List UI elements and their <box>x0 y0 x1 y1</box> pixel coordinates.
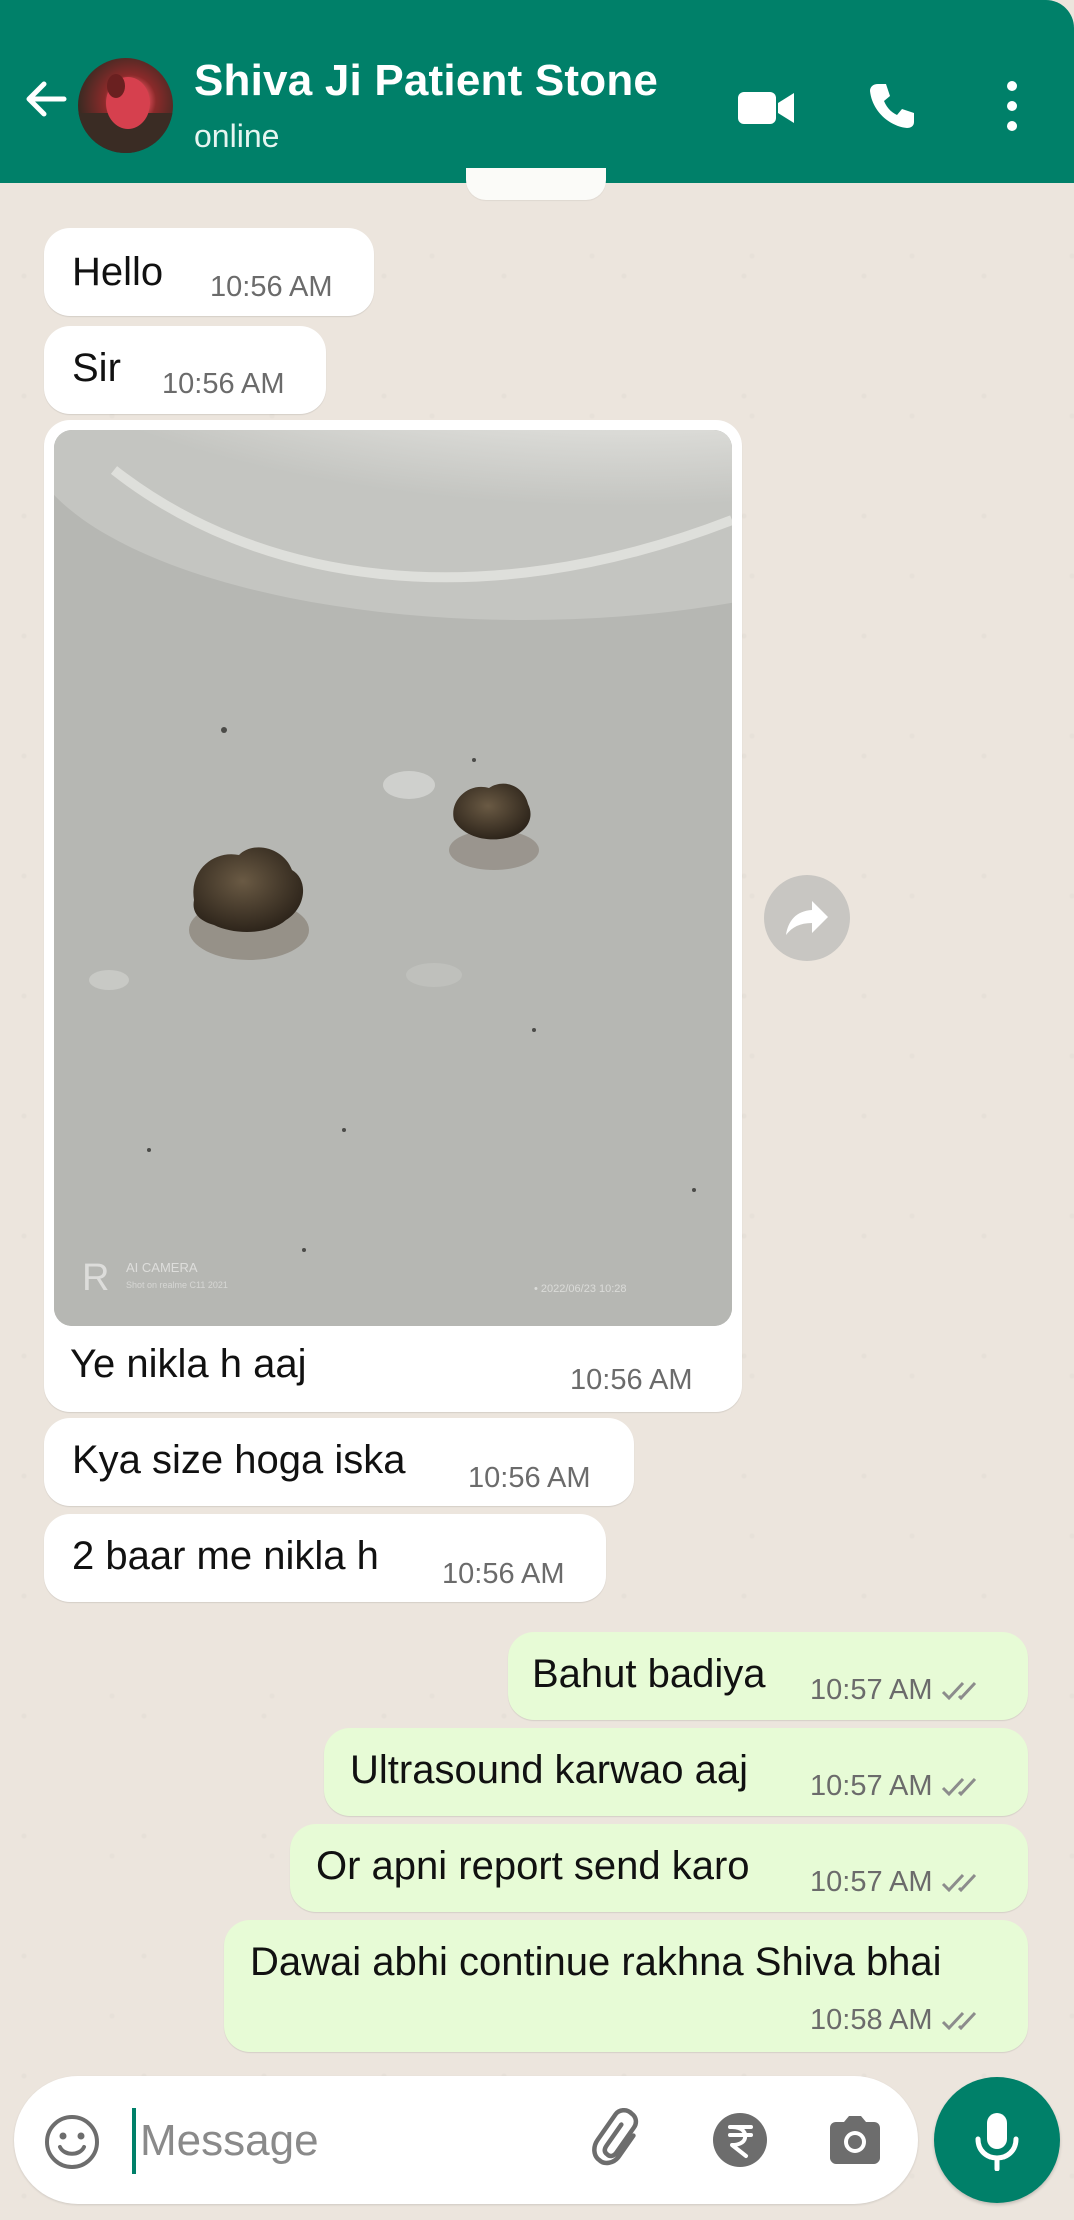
mic-icon <box>975 2113 1019 2171</box>
chat-header: Shiva Ji Patient Stone online <box>0 0 1074 183</box>
contact-name[interactable]: Shiva Ji Patient Stone <box>194 56 658 106</box>
message-bubble-incoming[interactable]: Kya size hoga iska 10:56 AM <box>44 1418 634 1506</box>
forward-icon <box>786 901 828 935</box>
message-time: 10:56 AM <box>468 1462 591 1494</box>
message-text: Or apni report send karo <box>316 1844 750 1888</box>
image-caption: Ye nikla h aaj <box>70 1342 307 1386</box>
message-bubble-outgoing[interactable]: Or apni report send karo 10:57 AM <box>290 1824 1028 1912</box>
rupee-payment-icon[interactable] <box>710 2110 770 2170</box>
chat-screen: Shiva Ji Patient Stone online Hello 10:5… <box>0 0 1074 2220</box>
message-time: 10:56 AM <box>162 368 285 400</box>
svg-text:AI CAMERA: AI CAMERA <box>126 1260 198 1275</box>
more-options-icon[interactable] <box>992 76 1032 136</box>
message-text: Bahut badiya <box>532 1652 766 1696</box>
image-message-bubble[interactable]: R AI CAMERA Shot on realme C11 2021 • 20… <box>44 420 742 1412</box>
date-pill <box>466 168 606 200</box>
read-receipt-icon <box>941 1682 976 1701</box>
message-bubble-outgoing[interactable]: Bahut badiya 10:57 AM <box>508 1632 1028 1720</box>
message-time-text: 10:57 AM <box>810 1674 933 1706</box>
message-time: 10:57 AM <box>810 1770 985 1803</box>
phone-call-icon[interactable] <box>866 80 918 132</box>
svg-text:R: R <box>82 1257 109 1299</box>
message-time: 10:57 AM <box>810 1866 985 1899</box>
message-composer <box>14 2076 918 2204</box>
read-receipt-icon <box>941 1778 976 1797</box>
message-bubble-outgoing[interactable]: Ultrasound karwao aaj 10:57 AM <box>324 1728 1028 1816</box>
forward-button[interactable] <box>764 875 850 961</box>
text-cursor <box>132 2108 136 2174</box>
attach-icon[interactable] <box>588 2108 652 2172</box>
message-bubble-incoming[interactable]: 2 baar me nikla h 10:56 AM <box>44 1514 606 1602</box>
message-text: Kya size hoga iska <box>72 1438 406 1482</box>
message-input[interactable] <box>138 2102 442 2180</box>
camera-icon[interactable] <box>824 2110 886 2170</box>
read-receipt-icon <box>941 2012 976 2031</box>
photo-attachment[interactable]: R AI CAMERA Shot on realme C11 2021 • 20… <box>54 430 732 1326</box>
message-time-text: 10:57 AM <box>810 1866 933 1898</box>
back-arrow-icon[interactable] <box>20 74 70 124</box>
message-bubble-incoming[interactable]: Sir 10:56 AM <box>44 326 326 414</box>
message-time: 10:57 AM <box>810 1674 985 1707</box>
message-time: 10:58 AM <box>810 2004 985 2037</box>
video-call-icon[interactable] <box>736 84 796 132</box>
voice-record-button[interactable] <box>934 2077 1060 2203</box>
message-text: Ultrasound karwao aaj <box>350 1748 748 1792</box>
svg-text:• 2022/06/23 10:28: • 2022/06/23 10:28 <box>534 1283 627 1295</box>
message-time: 10:56 AM <box>442 1558 565 1590</box>
emoji-icon[interactable] <box>42 2112 102 2172</box>
avatar[interactable] <box>78 58 173 153</box>
message-bubble-outgoing[interactable]: Dawai abhi continue rakhna Shiva bhai 10… <box>224 1920 1028 2052</box>
message-text: Dawai abhi continue rakhna Shiva bhai <box>250 1940 942 1984</box>
svg-text:Shot on realme C11 2021: Shot on realme C11 2021 <box>126 1280 228 1290</box>
read-receipt-icon <box>941 1874 976 1893</box>
message-time-text: 10:58 AM <box>810 2004 933 2036</box>
contact-status: online <box>194 118 280 154</box>
message-text: 2 baar me nikla h <box>72 1534 379 1578</box>
message-text: Sir <box>72 346 121 390</box>
message-time: 10:56 AM <box>210 271 333 303</box>
message-bubble-incoming[interactable]: Hello 10:56 AM <box>44 228 374 316</box>
message-time-text: 10:57 AM <box>810 1770 933 1802</box>
message-time: 10:56 AM <box>570 1364 693 1396</box>
message-text: Hello <box>72 250 164 294</box>
